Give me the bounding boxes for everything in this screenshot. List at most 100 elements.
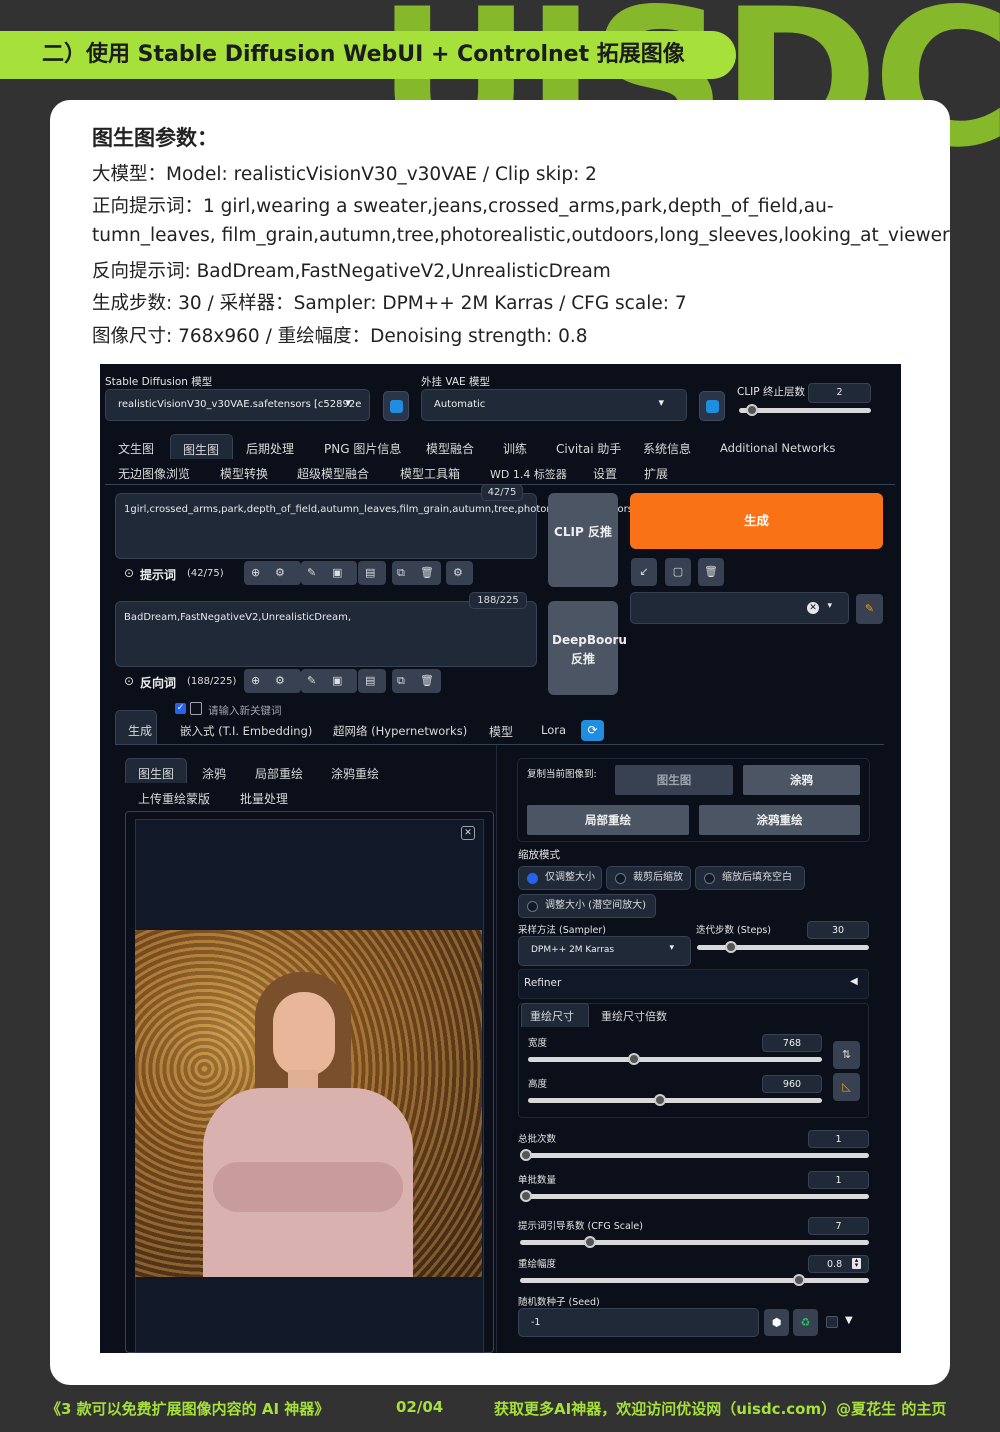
footer-link[interactable]: 获取更多AI神器，欢迎访问优设网（uisdc.com）@夏花生 的主页 [494,1398,946,1419]
tab-extras[interactable]: 后期处理 [246,440,294,457]
steps-slider[interactable] [697,941,869,953]
sub-tab-inpaint-sketch[interactable]: 涂鸦重绘 [331,765,379,782]
refresh-vae-button[interactable] [699,391,725,421]
slider-knob[interactable] [627,1053,640,1065]
copy-icon[interactable]: ⧉ [397,674,405,688]
resize-just-resize[interactable]: 仅调整大小 [518,866,602,890]
bookmark-icon[interactable]: ▣ [332,566,342,579]
tab-merge[interactable]: 模型融合 [426,440,474,457]
slider-knob[interactable] [583,1236,596,1248]
swap-dimensions-icon[interactable]: ⇅ [833,1041,860,1069]
apply-style-icon[interactable]: ↙ [631,558,657,586]
tab-extensions[interactable]: 扩展 [644,465,668,482]
generate-button[interactable]: 生成 [630,493,883,549]
copy-to-img2img-button[interactable]: 图生图 [615,765,733,795]
style-dropdown[interactable]: ✕ ▾ [630,592,849,624]
sub-tab-sketch[interactable]: 涂鸦 [202,765,226,782]
tab-wd14-tagger[interactable]: WD 1.4 标签器 [490,466,567,482]
tab-embedding[interactable]: 嵌入式 (T.I. Embedding) [180,723,312,739]
collapse-icon[interactable]: ⊙ [124,566,134,580]
globe-icon[interactable]: ⊕ [251,566,260,579]
slider-knob[interactable] [746,404,759,416]
tab-resize-to[interactable]: 重绘尺寸 [530,1008,574,1024]
trash-icon[interactable]: 🗑 [420,674,434,687]
prompt-textarea[interactable]: 1girl,crossed_arms,park,depth_of_field,a… [115,493,796,559]
refiner-accordion[interactable] [518,969,869,999]
copy-to-sketch-button[interactable]: 涂鸦 [743,765,860,795]
tab-system-info[interactable]: 系统信息 [643,440,691,457]
model-dropdown[interactable]: realisticVisionV30_v30VAE.safetensors [c… [105,389,370,421]
tab-infinite-browse[interactable]: 无边图像浏览 [118,465,190,482]
copy-to-inpaint-sketch-button[interactable]: 涂鸦重绘 [699,805,860,835]
seed-input[interactable]: -1 [518,1308,759,1337]
tab-model-toolkit[interactable]: 模型工具箱 [400,465,460,482]
sub-tab-inpaint[interactable]: 局部重绘 [255,765,303,782]
recycle-icon[interactable]: ♻ [793,1309,818,1336]
spinner-icon[interactable]: ▴ ▾ [852,1257,861,1269]
aspect-ratio-icon[interactable]: ◺ [833,1073,860,1101]
sub-tab-batch[interactable]: 批量处理 [240,790,288,807]
tab-resize-by[interactable]: 重绘尺寸倍数 [601,1008,667,1024]
close-icon[interactable]: ✕ [461,826,475,840]
tab-train[interactable]: 训练 [503,440,527,457]
width-input[interactable]: 768 [762,1034,822,1052]
keyword-checkbox[interactable]: ✓ [175,703,186,714]
refresh-model-button[interactable] [383,391,409,421]
tab-png-info[interactable]: PNG 图片信息 [324,440,401,457]
trash-icon[interactable]: 🗑 [698,558,724,586]
width-slider[interactable] [528,1053,822,1065]
sampler-dropdown[interactable]: DPM++ 2M Karras ▾ [518,936,691,966]
copy-icon[interactable]: ▢ [665,558,691,586]
cfg-slider[interactable] [520,1236,869,1248]
tab-lora[interactable]: Lora [541,723,566,737]
tab-txt2img[interactable]: 文生图 [118,440,154,457]
sub-tab-inpaint-upload[interactable]: 上传重绘蒙版 [138,790,210,807]
edit-icon[interactable]: ✎ [307,674,316,687]
tab-civitai[interactable]: Civitai 助手 [556,440,621,457]
trash-icon[interactable]: 🗑 [420,566,434,579]
tab-super-merge[interactable]: 超级模型融合 [297,465,369,482]
bookmark-icon[interactable]: ▣ [332,674,342,687]
tab-generate[interactable]: 生成 [128,722,152,739]
tab-model-convert[interactable]: 模型转换 [220,465,268,482]
close-icon[interactable]: ✕ [807,602,819,614]
keyword-input[interactable]: 请输入新关键词 [208,703,282,718]
tab-hypernetworks[interactable]: 超网络 (Hypernetworks) [333,723,467,739]
batch-size-slider[interactable] [520,1190,869,1202]
clip-skip-slider[interactable] [739,404,871,416]
clip-interrogate-button[interactable]: CLIP 反推 [548,493,618,587]
negative-prompt-textarea[interactable]: BadDream,FastNegativeV2,UnrealisticDream… [115,601,537,667]
resize-latent[interactable]: 调整大小 (潜空间放大) [518,894,656,918]
copy-icon[interactable]: ⧉ [397,566,405,580]
globe-icon[interactable]: ⊕ [251,674,260,687]
refresh-icon[interactable]: ⟳ [581,720,604,741]
height-input[interactable]: 960 [762,1075,822,1093]
cfg-input[interactable]: 7 [808,1217,869,1235]
slider-knob[interactable] [520,1149,532,1161]
vae-dropdown[interactable]: Automatic ▾ [421,389,687,421]
translate-icon[interactable]: ▤ [365,674,375,687]
translate-icon[interactable]: ▤ [365,566,375,579]
tab-additional-networks[interactable]: Additional Networks [720,441,835,455]
resize-fill[interactable]: 缩放后填充空白 [695,866,805,890]
slider-knob[interactable] [793,1274,806,1286]
batch-size-input[interactable]: 1 [808,1171,869,1189]
pencil-icon[interactable]: ✎ [856,594,883,624]
tab-img2img[interactable]: 图生图 [170,434,233,459]
slider-knob[interactable] [725,941,738,953]
clip-skip-input[interactable]: 2 [808,383,871,403]
batch-count-slider[interactable] [520,1149,869,1161]
height-slider[interactable] [528,1094,822,1106]
collapse-icon[interactable]: ⊙ [124,674,134,688]
edit-icon[interactable]: ✎ [307,566,316,579]
slider-knob[interactable] [520,1190,532,1202]
tab-model[interactable]: 模型 [489,723,513,740]
tab-settings[interactable]: 设置 [593,465,617,482]
sub-tab-img2img[interactable]: 图生图 [138,765,174,782]
denoise-slider[interactable] [520,1274,869,1286]
gear-icon[interactable]: ⚙ [275,566,285,579]
resize-crop[interactable]: 裁剪后缩放 [606,866,691,890]
expand-arrow-icon[interactable]: ▼ [845,1315,853,1326]
batch-count-input[interactable]: 1 [808,1130,869,1148]
extra-seed-checkbox[interactable] [826,1316,838,1328]
